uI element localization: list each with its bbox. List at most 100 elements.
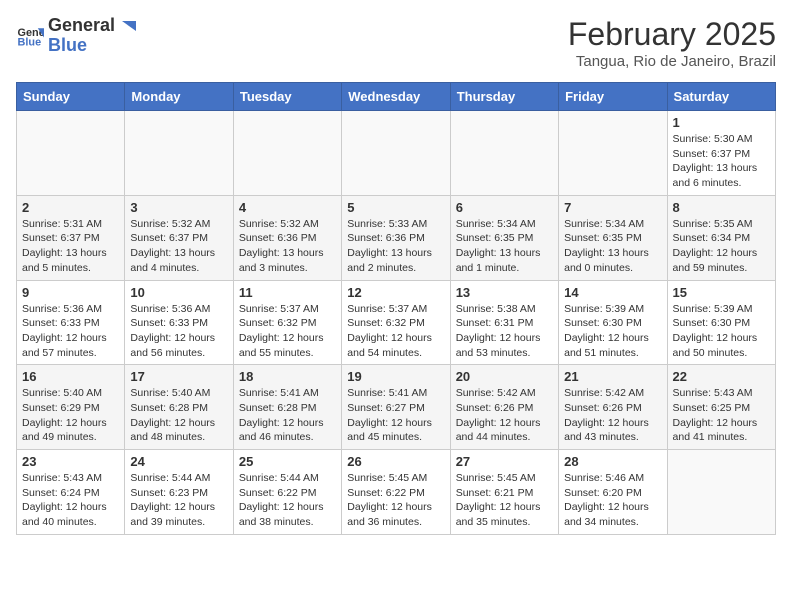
calendar-cell (450, 111, 558, 196)
calendar-cell: 16 Sunrise: 5:40 AM Sunset: 6:29 PM Dayli… (17, 365, 125, 450)
calendar-cell: 18 Sunrise: 5:41 AM Sunset: 6:28 PM Dayli… (233, 365, 341, 450)
day-info: Sunrise: 5:36 AM Sunset: 6:33 PM Dayligh… (130, 302, 227, 361)
calendar-table: SundayMondayTuesdayWednesdayThursdayFrid… (16, 82, 776, 535)
month-title: February 2025 (568, 16, 776, 53)
day-number: 10 (130, 285, 227, 300)
weekday-header-saturday: Saturday (667, 83, 775, 111)
title-section: February 2025 Tangua, Rio de Janeiro, Br… (568, 16, 776, 70)
day-info: Sunrise: 5:36 AM Sunset: 6:33 PM Dayligh… (22, 302, 119, 361)
calendar-cell: 15Sunrise: 5:39 AM Sunset: 6:30 PM Dayli… (667, 280, 775, 365)
day-info: Sunrise: 5:39 AM Sunset: 6:30 PM Dayligh… (564, 302, 661, 361)
calendar-cell: 7 Sunrise: 5:34 AM Sunset: 6:35 PM Daylig… (559, 195, 667, 280)
day-number: 11 (239, 285, 336, 300)
day-number: 20 (456, 369, 553, 384)
calendar-cell: 3 Sunrise: 5:32 AM Sunset: 6:37 PM Daylig… (125, 195, 233, 280)
calendar-cell: 10 Sunrise: 5:36 AM Sunset: 6:33 PM Dayli… (125, 280, 233, 365)
logo-arrow-icon (118, 17, 136, 35)
day-number: 23 (22, 454, 119, 469)
day-number: 6 (456, 200, 553, 215)
calendar-cell: 8 Sunrise: 5:35 AM Sunset: 6:34 PM Daylig… (667, 195, 775, 280)
day-info: Sunrise: 5:40 AM Sunset: 6:29 PM Dayligh… (22, 386, 119, 445)
day-number: 26 (347, 454, 444, 469)
calendar-cell (17, 111, 125, 196)
day-number: 9 (22, 285, 119, 300)
day-number: 19 (347, 369, 444, 384)
calendar-cell: 17 Sunrise: 5:40 AM Sunset: 6:28 PM Dayli… (125, 365, 233, 450)
calendar-cell: 25 Sunrise: 5:44 AM Sunset: 6:22 PM Dayli… (233, 450, 341, 535)
calendar-cell (233, 111, 341, 196)
calendar-cell: 6 Sunrise: 5:34 AM Sunset: 6:35 PM Daylig… (450, 195, 558, 280)
weekday-header-sunday: Sunday (17, 83, 125, 111)
calendar-week-1: 1Sunrise: 5:30 AM Sunset: 6:37 PM Daylig… (17, 111, 776, 196)
calendar-header-row: SundayMondayTuesdayWednesdayThursdayFrid… (17, 83, 776, 111)
day-info: Sunrise: 5:32 AM Sunset: 6:36 PM Dayligh… (239, 217, 336, 276)
day-number: 8 (673, 200, 770, 215)
day-number: 28 (564, 454, 661, 469)
day-number: 14 (564, 285, 661, 300)
calendar-cell: 28 Sunrise: 5:46 AM Sunset: 6:20 PM Dayli… (559, 450, 667, 535)
calendar-cell: 26Sunrise: 5:45 AM Sunset: 6:22 PM Dayli… (342, 450, 450, 535)
logo: General Blue General Blue (16, 16, 136, 56)
day-info: Sunrise: 5:43 AM Sunset: 6:25 PM Dayligh… (673, 386, 770, 445)
weekday-header-thursday: Thursday (450, 83, 558, 111)
logo-icon: General Blue (16, 22, 44, 50)
day-number: 25 (239, 454, 336, 469)
day-info: Sunrise: 5:35 AM Sunset: 6:34 PM Dayligh… (673, 217, 770, 276)
calendar-cell (559, 111, 667, 196)
day-info: Sunrise: 5:31 AM Sunset: 6:37 PM Dayligh… (22, 217, 119, 276)
day-info: Sunrise: 5:40 AM Sunset: 6:28 PM Dayligh… (130, 386, 227, 445)
day-info: Sunrise: 5:34 AM Sunset: 6:35 PM Dayligh… (456, 217, 553, 276)
calendar-cell: 13Sunrise: 5:38 AM Sunset: 6:31 PM Dayli… (450, 280, 558, 365)
day-number: 3 (130, 200, 227, 215)
day-info: Sunrise: 5:38 AM Sunset: 6:31 PM Dayligh… (456, 302, 553, 361)
day-number: 7 (564, 200, 661, 215)
calendar-week-3: 9 Sunrise: 5:36 AM Sunset: 6:33 PM Daylig… (17, 280, 776, 365)
calendar-cell: 19 Sunrise: 5:41 AM Sunset: 6:27 PM Dayli… (342, 365, 450, 450)
weekday-header-tuesday: Tuesday (233, 83, 341, 111)
day-info: Sunrise: 5:41 AM Sunset: 6:27 PM Dayligh… (347, 386, 444, 445)
calendar-cell: 23 Sunrise: 5:43 AM Sunset: 6:24 PM Dayli… (17, 450, 125, 535)
day-number: 24 (130, 454, 227, 469)
day-info: Sunrise: 5:44 AM Sunset: 6:22 PM Dayligh… (239, 471, 336, 530)
day-info: Sunrise: 5:30 AM Sunset: 6:37 PM Dayligh… (673, 132, 770, 191)
day-info: Sunrise: 5:46 AM Sunset: 6:20 PM Dayligh… (564, 471, 661, 530)
calendar-cell: 27 Sunrise: 5:45 AM Sunset: 6:21 PM Dayli… (450, 450, 558, 535)
day-number: 18 (239, 369, 336, 384)
day-info: Sunrise: 5:44 AM Sunset: 6:23 PM Dayligh… (130, 471, 227, 530)
day-info: Sunrise: 5:37 AM Sunset: 6:32 PM Dayligh… (347, 302, 444, 361)
day-info: Sunrise: 5:45 AM Sunset: 6:21 PM Dayligh… (456, 471, 553, 530)
calendar-cell: 12Sunrise: 5:37 AM Sunset: 6:32 PM Dayli… (342, 280, 450, 365)
calendar-cell: 5 Sunrise: 5:33 AM Sunset: 6:36 PM Daylig… (342, 195, 450, 280)
weekday-header-friday: Friday (559, 83, 667, 111)
day-number: 5 (347, 200, 444, 215)
day-info: Sunrise: 5:32 AM Sunset: 6:37 PM Dayligh… (130, 217, 227, 276)
day-number: 16 (22, 369, 119, 384)
location-title: Tangua, Rio de Janeiro, Brazil (568, 53, 776, 70)
calendar-week-4: 16 Sunrise: 5:40 AM Sunset: 6:29 PM Dayli… (17, 365, 776, 450)
day-number: 2 (22, 200, 119, 215)
calendar-cell: 4Sunrise: 5:32 AM Sunset: 6:36 PM Daylig… (233, 195, 341, 280)
day-number: 17 (130, 369, 227, 384)
calendar-cell: 21 Sunrise: 5:42 AM Sunset: 6:26 PM Dayli… (559, 365, 667, 450)
calendar-cell: 14 Sunrise: 5:39 AM Sunset: 6:30 PM Dayli… (559, 280, 667, 365)
weekday-header-monday: Monday (125, 83, 233, 111)
logo-blue-text: Blue (48, 35, 87, 55)
calendar-cell: 2 Sunrise: 5:31 AM Sunset: 6:37 PM Daylig… (17, 195, 125, 280)
svg-text:Blue: Blue (18, 36, 42, 48)
day-info: Sunrise: 5:37 AM Sunset: 6:32 PM Dayligh… (239, 302, 336, 361)
day-info: Sunrise: 5:39 AM Sunset: 6:30 PM Dayligh… (673, 302, 770, 361)
day-info: Sunrise: 5:34 AM Sunset: 6:35 PM Dayligh… (564, 217, 661, 276)
calendar-cell (342, 111, 450, 196)
day-number: 21 (564, 369, 661, 384)
day-number: 27 (456, 454, 553, 469)
day-info: Sunrise: 5:41 AM Sunset: 6:28 PM Dayligh… (239, 386, 336, 445)
calendar-cell (667, 450, 775, 535)
page-header: General Blue General Blue February 2025 … (16, 16, 776, 70)
calendar-cell (125, 111, 233, 196)
day-info: Sunrise: 5:42 AM Sunset: 6:26 PM Dayligh… (456, 386, 553, 445)
day-info: Sunrise: 5:42 AM Sunset: 6:26 PM Dayligh… (564, 386, 661, 445)
calendar-cell: 9 Sunrise: 5:36 AM Sunset: 6:33 PM Daylig… (17, 280, 125, 365)
day-info: Sunrise: 5:43 AM Sunset: 6:24 PM Dayligh… (22, 471, 119, 530)
day-info: Sunrise: 5:33 AM Sunset: 6:36 PM Dayligh… (347, 217, 444, 276)
calendar-week-2: 2 Sunrise: 5:31 AM Sunset: 6:37 PM Daylig… (17, 195, 776, 280)
